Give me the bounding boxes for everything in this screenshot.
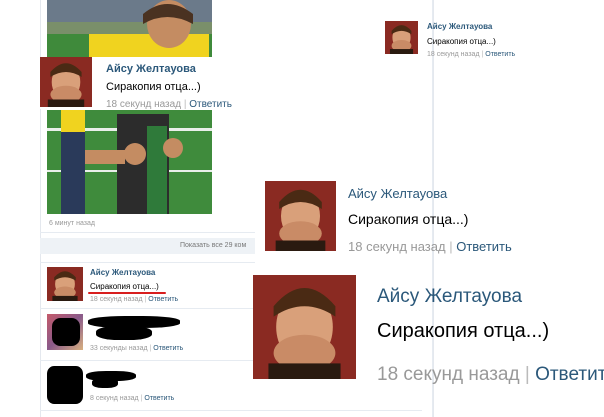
author-name[interactable]: Айсу Желтауова xyxy=(427,22,492,31)
comment-meta: 18 секунд назад | Ответить xyxy=(90,296,178,303)
divider xyxy=(40,232,255,233)
separator: | xyxy=(481,51,484,58)
post-photo-top-image xyxy=(47,0,212,58)
comment-text: Сиракопия отца...) xyxy=(427,37,496,46)
avatar[interactable] xyxy=(47,267,83,301)
comment-time[interactable]: 18 секунд назад xyxy=(427,51,480,58)
censor-scribble xyxy=(92,378,118,388)
separator: | xyxy=(144,296,147,303)
reply-link[interactable]: Ответить xyxy=(153,345,183,352)
avatar-face-image xyxy=(385,21,418,54)
separator: | xyxy=(183,99,187,110)
comment-meta: 8 секунд назад | Ответить xyxy=(90,395,174,402)
right-guide-line xyxy=(432,0,433,417)
avatar[interactable] xyxy=(265,181,336,251)
reply-link[interactable]: Ответить xyxy=(485,51,515,58)
separator: | xyxy=(149,345,152,352)
separator: | xyxy=(449,239,453,254)
comment-meta: 18 секунд назад | Ответить xyxy=(377,364,604,386)
divider xyxy=(40,410,422,411)
censor-scribble xyxy=(47,366,83,404)
avatar-face-image xyxy=(47,267,83,301)
separator: | xyxy=(524,364,530,385)
comment-text: Сиракопия отца...) xyxy=(90,282,159,291)
comment-time[interactable]: 18 секунд назад xyxy=(348,239,446,254)
reply-link[interactable]: Ответить xyxy=(456,239,512,254)
comment-meta: 18 секунд назад | Ответить xyxy=(348,239,512,254)
author-name[interactable]: Айсу Желтауова xyxy=(377,286,522,308)
post-photo-bottom-image xyxy=(47,110,212,214)
separator: | xyxy=(140,395,143,402)
post-timestamp[interactable]: 6 минут назад xyxy=(49,220,95,227)
show-all-comments-link[interactable]: Показать все 29 ком xyxy=(180,242,246,249)
comment-meta: 18 секунд назад | Ответить xyxy=(106,99,232,110)
comment-time[interactable]: 18 секунд назад xyxy=(90,296,143,303)
avatar-face-image xyxy=(265,181,336,251)
comment-time[interactable]: 8 секунд назад xyxy=(90,395,139,402)
comment-meta: 18 секунд назад | Ответить xyxy=(427,51,515,58)
author-name[interactable]: Айсу Желтауова xyxy=(106,63,196,75)
comment-time[interactable]: 18 секунд назад xyxy=(377,364,520,385)
avatar[interactable] xyxy=(40,57,92,107)
comment-time[interactable]: 18 секунд назад xyxy=(106,99,181,110)
avatar-face-image xyxy=(40,57,92,107)
author-name[interactable]: Айсу Желтауова xyxy=(348,186,447,201)
comment-text: Сиракопия отца...) xyxy=(377,320,550,342)
reply-link[interactable]: Ответить xyxy=(189,99,232,110)
comment-text: Сиракопия отца...) xyxy=(348,211,469,227)
divider xyxy=(40,360,255,361)
divider xyxy=(40,262,255,263)
avatar[interactable] xyxy=(385,21,418,54)
avatar[interactable] xyxy=(253,275,356,379)
divider xyxy=(40,308,255,309)
author-name[interactable]: Айсу Желтауова xyxy=(90,268,155,277)
reply-link[interactable]: Ответить xyxy=(535,364,604,385)
post-photo-bottom[interactable] xyxy=(47,110,212,214)
censor-scribble xyxy=(96,326,152,340)
highlight-underline xyxy=(88,292,166,294)
censor-scribble xyxy=(52,318,80,346)
comment-meta: 33 секунды назад | Ответить xyxy=(90,345,183,352)
avatar-face-image xyxy=(253,275,356,379)
comment-text: Сиракопия отца...) xyxy=(106,81,201,93)
comment-time[interactable]: 33 секунды назад xyxy=(90,345,148,352)
reply-link[interactable]: Ответить xyxy=(148,296,178,303)
reply-link[interactable]: Ответить xyxy=(144,395,174,402)
post-photo-top[interactable] xyxy=(47,0,212,58)
